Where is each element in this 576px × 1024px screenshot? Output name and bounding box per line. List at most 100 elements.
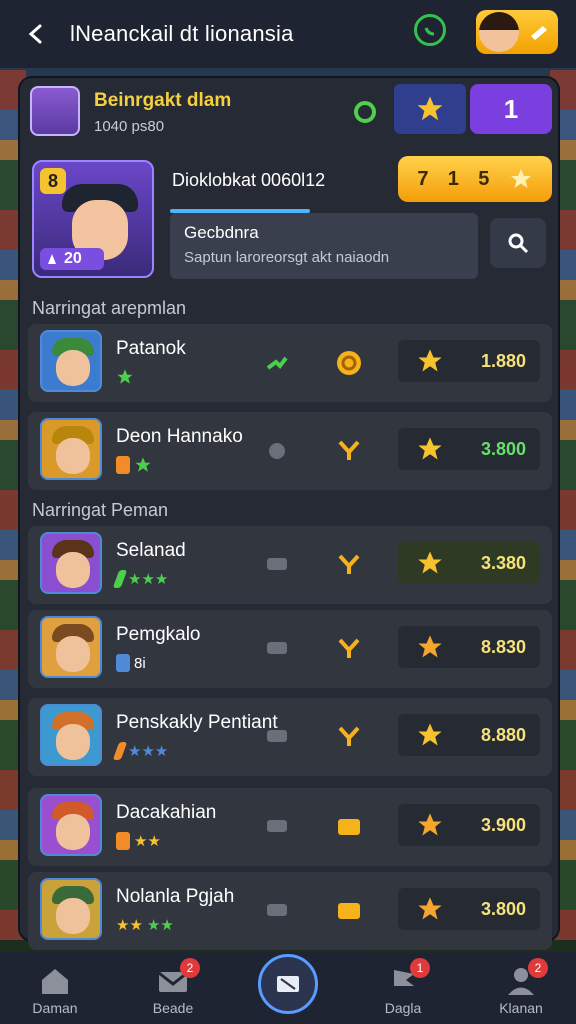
hero-level-value: 20	[64, 250, 82, 267]
item-avatar	[40, 704, 102, 766]
star-icon	[418, 723, 442, 746]
puzzle-icon[interactable]	[264, 438, 290, 464]
item-name: Pemgkalo	[116, 624, 201, 645]
user-icon: 2	[504, 958, 548, 998]
nav-mail[interactable]: 2 Beade	[128, 958, 218, 1016]
trophy-icon[interactable]	[334, 436, 364, 466]
item-avatar	[40, 878, 102, 940]
favorite-tab[interactable]	[394, 84, 466, 134]
rating-stars-icon: ★★	[116, 917, 143, 934]
list-item[interactable]: Penskakly Pentiant ★★★ 8.880	[28, 698, 552, 776]
nav-label: Klanan	[499, 1000, 543, 1016]
star-icon	[418, 551, 442, 574]
top-bar: lNeanckail dt lionansia	[0, 0, 576, 68]
item-tags: ★★★	[112, 742, 169, 760]
list-item[interactable]: Patanok 1.880	[28, 324, 552, 402]
rank-tab[interactable]: 1	[470, 84, 552, 134]
tag-orange	[112, 742, 128, 760]
nav-home[interactable]: Daman	[10, 960, 100, 1016]
tag-text: 8i	[134, 654, 146, 672]
item-avatar	[40, 330, 102, 392]
hero-level: 20	[40, 248, 104, 270]
status-dot-icon	[354, 101, 376, 123]
item-tags	[116, 456, 152, 474]
score-box: 3.900	[398, 804, 540, 846]
item-avatar	[40, 616, 102, 678]
chat-icon[interactable]	[264, 898, 290, 924]
tag-orange	[116, 832, 130, 850]
rating-stars-icon: ★★★	[128, 743, 169, 760]
rating-stars-icon: ★★	[134, 833, 161, 850]
item-avatar	[40, 418, 102, 480]
back-button[interactable]	[16, 14, 56, 54]
search-panel[interactable]: Gecbdnra Saptun laroreorsgt akt naiaodn	[170, 213, 478, 279]
ticket-icon[interactable]	[334, 896, 364, 926]
item-avatar	[40, 532, 102, 594]
tag-orange	[116, 456, 130, 474]
list-item[interactable]: Pemgkalo 8i 8.830	[28, 610, 552, 688]
player-avatar[interactable]	[30, 86, 80, 136]
list-item[interactable]: Dacakahian ★★ 3.900	[28, 788, 552, 866]
star-icon	[418, 349, 442, 372]
nav-label: Dagla	[384, 1000, 422, 1016]
notification-badge: 2	[180, 958, 200, 978]
trophy-icon[interactable]	[334, 550, 364, 580]
nav-label: Daman	[32, 1000, 78, 1016]
score-box: 3.800	[398, 428, 540, 470]
star-icon	[418, 897, 442, 920]
notification-badge: 1	[410, 958, 430, 978]
back-icon	[28, 24, 42, 44]
nav-flag[interactable]: 1 Dagla	[358, 958, 448, 1016]
item-name: Selanad	[116, 540, 186, 561]
edit-icon	[531, 26, 547, 40]
score-value: 3.380	[480, 552, 526, 573]
nav-profile[interactable]: 2 Klanan	[476, 958, 566, 1016]
chat-icon[interactable]	[264, 636, 290, 662]
trophy-icon[interactable]	[334, 722, 364, 752]
item-name: Deon Hannako	[116, 426, 243, 447]
item-tags: ★★★	[112, 570, 168, 588]
chat-icon[interactable]	[264, 814, 290, 840]
trophy-icon[interactable]	[334, 634, 364, 664]
nav-label: Beade	[152, 1000, 194, 1016]
home-icon	[38, 964, 72, 998]
item-tags: ★★	[116, 832, 161, 850]
player-summary: Beinrgakt dlam 1040 ps80 1	[20, 78, 560, 136]
whatsapp-button[interactable]	[414, 14, 446, 46]
tag-green	[112, 570, 128, 588]
profile-chip[interactable]	[476, 10, 558, 54]
score-value: 3.900	[480, 814, 526, 835]
tag-blue	[116, 654, 130, 672]
notification-badge: 2	[528, 958, 548, 978]
list-item[interactable]: Nolanla Pgjah ★★ ★★ 3.800	[28, 872, 552, 950]
search-button[interactable]	[490, 218, 546, 268]
arrow-icon[interactable]	[264, 350, 290, 376]
item-avatar	[40, 794, 102, 856]
coin-icon[interactable]	[334, 348, 364, 378]
star-icon	[117, 369, 133, 384]
score-box: 8.880	[398, 714, 540, 756]
hero-card[interactable]: 8 20	[32, 160, 154, 278]
coin-digit-3: 5	[478, 167, 490, 190]
rating-stars-icon: ★★	[146, 917, 174, 934]
chat-icon[interactable]	[264, 724, 290, 750]
item-name: Dacakahian	[116, 802, 217, 823]
score-value: 8.830	[480, 636, 526, 657]
section-title-2: Narringat Peman	[32, 500, 169, 520]
center-action-button[interactable]	[258, 954, 318, 1014]
score-value: 3.800	[480, 438, 526, 459]
list-item[interactable]: Deon Hannako 3.800	[28, 412, 552, 490]
level-icon	[48, 254, 56, 264]
ticket-icon[interactable]	[334, 812, 364, 842]
flag-icon: 1	[386, 958, 430, 998]
item-name: Patanok	[116, 338, 186, 359]
chat-icon[interactable]	[264, 552, 290, 578]
coin-counter[interactable]: 7 1 5	[398, 156, 552, 202]
coin-digit-2: 1	[447, 167, 459, 190]
hero-badge: 8	[40, 168, 66, 194]
score-value: 8.880	[480, 724, 526, 745]
item-tags	[116, 368, 134, 386]
score-value: 1.880	[480, 350, 526, 371]
list-item[interactable]: Selanad ★★★ 3.380	[28, 526, 552, 604]
search-icon	[508, 233, 529, 254]
